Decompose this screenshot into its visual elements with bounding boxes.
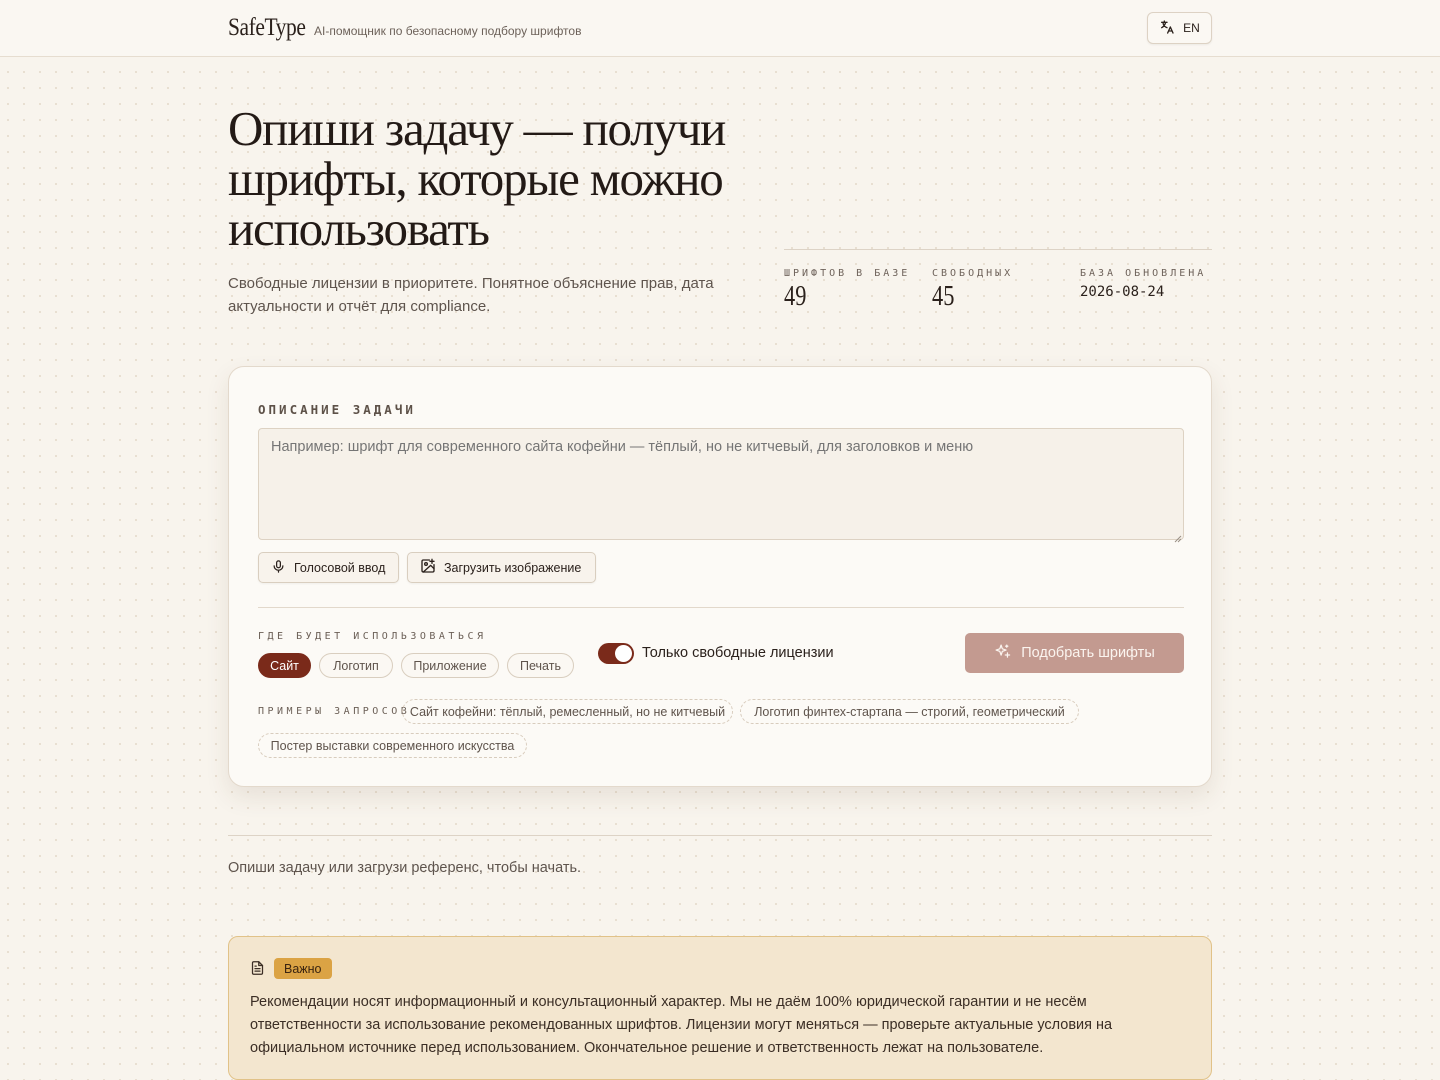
upload-image-button[interactable]: Загрузить изображение [407,552,596,583]
resize-handle-icon[interactable] [1174,530,1182,543]
stat-value: 49 [784,281,807,312]
example-chip[interactable]: Логотип финтех-стартапа — строгий, геоме… [740,699,1079,724]
brand: SafeType AI-помощник по безопасному подб… [228,14,581,42]
upload-image-label: Загрузить изображение [444,560,582,575]
top-bar: SafeType AI-помощник по безопасному подб… [0,0,1440,57]
usage-chip-logo[interactable]: Логотип [319,653,393,678]
free-licenses-toggle[interactable] [598,643,634,664]
toggle-knob [615,645,632,662]
task-description-input[interactable] [258,428,1184,540]
translate-icon [1159,19,1175,38]
usage-chip-print[interactable]: Печать [507,653,574,678]
stat-fonts-free: Свободных 45 [932,268,1013,313]
language-button[interactable]: EN [1147,12,1212,44]
important-badge: Важно [274,958,332,979]
stats-panel: Шрифтов в базе 49 Свободных 45 База обно… [784,249,1212,319]
example-chip[interactable]: Постер выставки современного искусства [258,733,527,758]
stat-value: 2026-08-24 [1080,284,1165,300]
empty-state-hint: Опиши задачу или загрузи референс, чтобы… [228,860,582,876]
divider [228,835,1212,836]
usage-label: Где будет использоваться [258,631,487,642]
voice-input-button[interactable]: Голосовой ввод [258,552,399,583]
language-label: EN [1183,21,1200,35]
stat-label: База обновлена [1080,268,1207,279]
page-title: Опиши задачу — получи шрифты, которые мо… [228,101,726,256]
voice-input-label: Голосовой ввод [294,560,386,575]
stat-label: Свободных [932,268,1014,279]
stat-value: 45 [932,281,955,312]
image-upload-icon [420,558,436,577]
examples-label: Примеры запросов [258,706,411,717]
sparkles-icon [994,643,1011,664]
disclaimer-notice: Важно Рекомендации носят информационный … [228,936,1212,1080]
stat-label: Шрифтов в базе [784,268,911,279]
free-licenses-label[interactable]: Только свободные лицензии [642,645,834,661]
example-chip[interactable]: Сайт кофейни: тёплый, ремесленный, но не… [402,699,733,724]
brand-name[interactable]: SafeType [228,14,306,42]
usage-chip-site[interactable]: Сайт [258,653,311,678]
brand-tagline: AI-помощник по безопасному подбору шрифт… [314,24,582,38]
page-subtitle: Свободные лицензии в приоритете. Понятно… [228,275,714,315]
stat-db-updated: База обновлена 2026-08-24 [1080,268,1206,300]
search-form-card: ОПИСАНИЕ ЗАДАЧИ Голосовой ввод Загрузить… [228,366,1212,787]
find-fonts-button[interactable]: Подобрать шрифты [965,633,1184,673]
stat-fonts-total: Шрифтов в базе 49 [784,268,910,313]
disclaimer-text: Рекомендации носят информационный и конс… [250,994,1113,1056]
document-icon [250,960,265,981]
microphone-icon [271,559,286,577]
task-description-label: ОПИСАНИЕ ЗАДАЧИ [258,402,416,417]
divider [258,607,1184,608]
usage-chip-app[interactable]: Приложение [401,653,499,678]
find-fonts-label: Подобрать шрифты [1021,645,1155,661]
